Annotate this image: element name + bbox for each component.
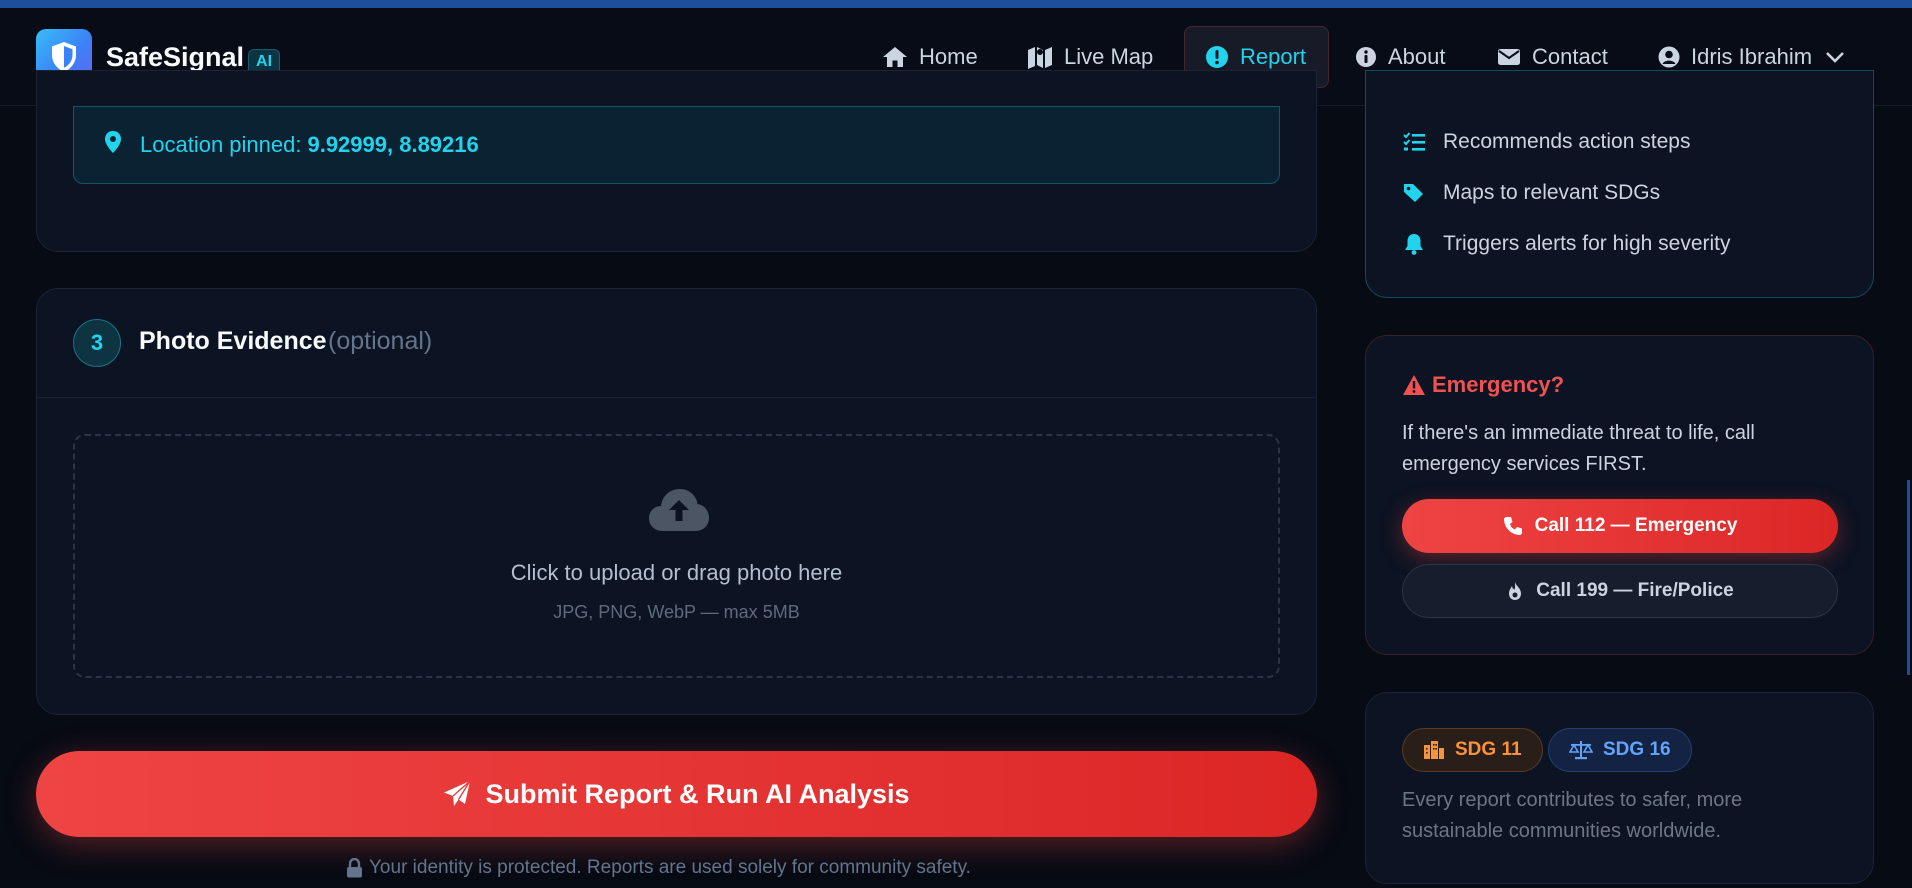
- nav-live-map-label: Live Map: [1064, 44, 1154, 69]
- scroll-edge-accent: [1907, 480, 1910, 675]
- feature-item: Triggers alerts for high severity: [1403, 232, 1731, 256]
- photo-upload-dropzone[interactable]: Click to upload or drag photo here JPG, …: [73, 434, 1280, 678]
- warning-triangle-icon: [1403, 375, 1425, 395]
- location-label: Location pinned:: [140, 132, 302, 157]
- emergency-text: If there's an immediate threat to life, …: [1402, 422, 1755, 475]
- list-check-icon: [1403, 132, 1425, 151]
- sdg-16-badge: SDG 16: [1548, 728, 1692, 772]
- sdg-11-badge: SDG 11: [1402, 728, 1543, 772]
- home-icon: [883, 47, 907, 67]
- sdg-16-label: SDG 16: [1603, 739, 1671, 760]
- photo-evidence-title: Photo Evidence: [139, 327, 327, 355]
- optional-label: (optional): [328, 327, 433, 355]
- feature-item: Maps to relevant SDGs: [1403, 181, 1660, 205]
- location-coords: 9.92999, 8.89216: [307, 132, 479, 157]
- feature-item: Recommends action steps: [1403, 130, 1690, 154]
- fire-icon: [1509, 582, 1522, 600]
- call-199-button[interactable]: Call 199 — Fire/Police: [1402, 564, 1838, 618]
- city-icon: [1424, 741, 1444, 759]
- step-number-badge: 3: [73, 319, 121, 367]
- nav-about-label: About: [1388, 44, 1446, 69]
- brand-name: SafeSignal: [106, 41, 245, 72]
- cloud-upload-icon: [649, 489, 709, 531]
- sdg-11-label: SDG 11: [1455, 739, 1522, 760]
- envelope-icon: [1498, 49, 1520, 65]
- sdg-description: Every report contributes to safer, more …: [1402, 789, 1743, 842]
- submit-report-label: Submit Report & Run AI Analysis: [485, 778, 910, 809]
- submit-report-button[interactable]: Submit Report & Run AI Analysis: [36, 751, 1317, 837]
- feature-label: Maps to relevant SDGs: [1443, 181, 1661, 204]
- feature-label: Triggers alerts for high severity: [1443, 232, 1731, 255]
- location-pinned-box: Location pinned: 9.92999, 8.89216: [73, 106, 1280, 184]
- bell-icon: [1405, 234, 1423, 255]
- window-top-strip: [0, 0, 1912, 8]
- privacy-note: Your identity is protected. Reports are …: [346, 857, 971, 879]
- phone-icon: [1503, 517, 1522, 535]
- chevron-down-icon: [1826, 52, 1844, 63]
- alert-circle-icon: [1206, 46, 1228, 68]
- user-name: Idris Ibrahim: [1691, 44, 1813, 69]
- section-divider: [37, 397, 1315, 398]
- feature-label: Recommends action steps: [1443, 130, 1691, 153]
- info-icon: [1356, 47, 1376, 67]
- scale-balance-icon: [1569, 741, 1593, 760]
- privacy-text: Your identity is protected. Reports are …: [369, 857, 971, 878]
- upload-file-hint: JPG, PNG, WebP — max 5MB: [553, 602, 800, 622]
- nav-home-label: Home: [919, 44, 978, 69]
- call-199-label: Call 199 — Fire/Police: [1536, 580, 1734, 601]
- paper-plane-icon: [444, 780, 472, 806]
- call-112-button[interactable]: Call 112 — Emergency: [1402, 499, 1838, 553]
- tag-icon: [1404, 184, 1423, 202]
- call-112-label: Call 112 — Emergency: [1534, 515, 1738, 536]
- user-avatar-icon: [1658, 46, 1680, 68]
- nav-report-label: Report: [1240, 44, 1307, 69]
- map-icon: [1028, 47, 1052, 69]
- emergency-title: Emergency?: [1402, 372, 1564, 398]
- map-pin-icon: [105, 131, 121, 153]
- lock-icon: [347, 858, 362, 878]
- upload-instructions: Click to upload or drag photo here: [510, 560, 843, 585]
- emergency-title-label: Emergency?: [1432, 372, 1565, 397]
- nav-contact-label: Contact: [1532, 44, 1608, 69]
